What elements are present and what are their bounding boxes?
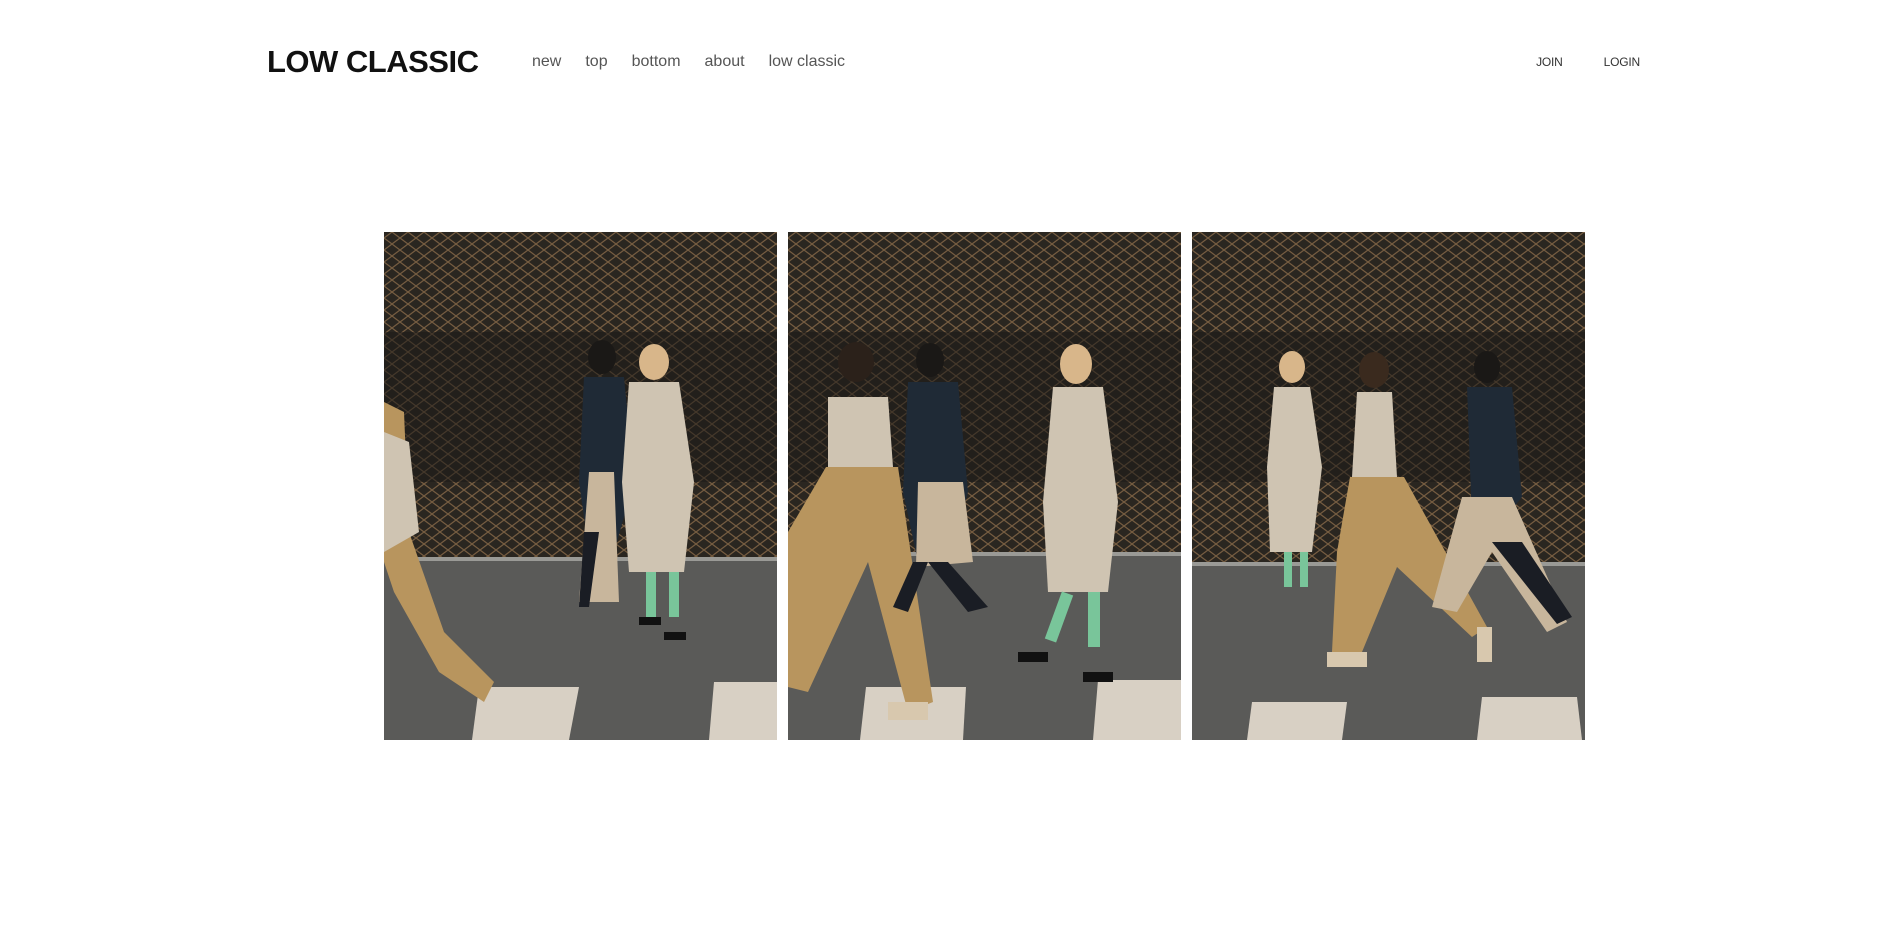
lookbook-gallery: [384, 232, 1585, 740]
lookbook-photo-1-image: [384, 232, 777, 740]
nav-item-new[interactable]: new: [532, 52, 561, 72]
nav-item-top[interactable]: top: [585, 52, 607, 72]
lookbook-photo-3-image: [1192, 232, 1585, 740]
lookbook-photo-2[interactable]: [788, 232, 1181, 740]
lookbook-photo-1[interactable]: [384, 232, 777, 740]
lookbook-photo-2-image: [788, 232, 1181, 740]
member-links: JOIN LOGIN: [1495, 54, 1640, 70]
nav-item-low-classic[interactable]: low classic: [769, 52, 845, 72]
nav-item-bottom[interactable]: bottom: [632, 52, 681, 72]
join-link[interactable]: JOIN: [1536, 54, 1563, 70]
site-header: LOW CLASSIC new top bottom about low cla…: [0, 0, 1894, 120]
page: LOW CLASSIC new top bottom about low cla…: [0, 0, 1894, 935]
login-link[interactable]: LOGIN: [1604, 54, 1641, 70]
lookbook-photo-3[interactable]: [1192, 232, 1585, 740]
nav-item-about[interactable]: about: [705, 52, 745, 72]
brand-logo[interactable]: LOW CLASSIC: [267, 46, 479, 77]
main-nav: new top bottom about low classic: [532, 52, 869, 72]
